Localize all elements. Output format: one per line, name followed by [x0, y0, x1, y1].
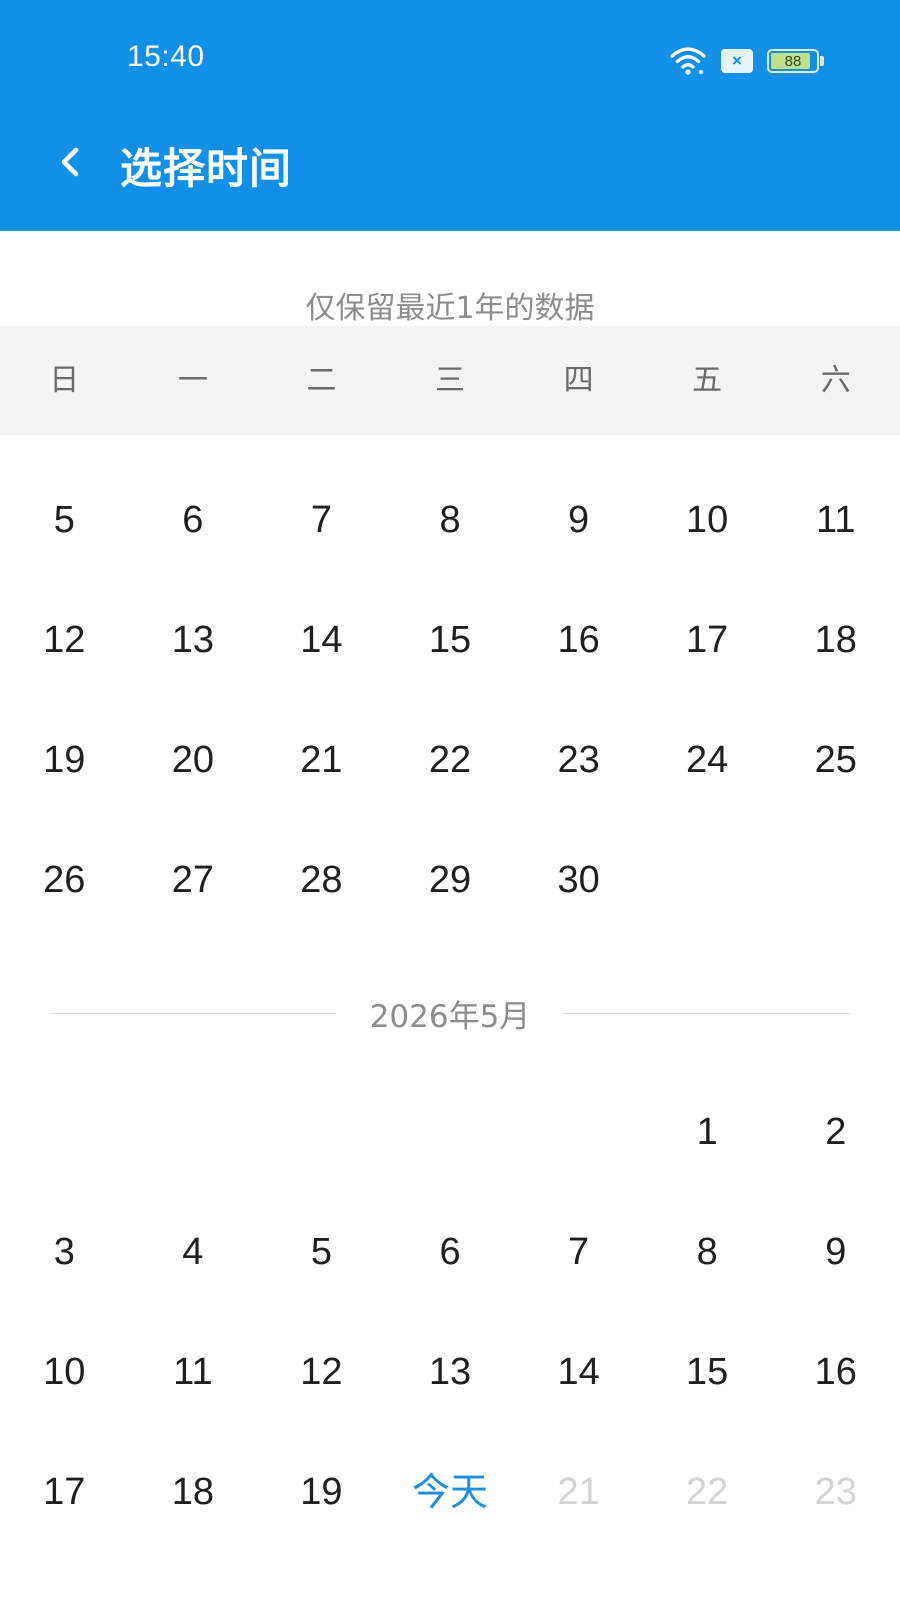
calendar-day[interactable]: 19	[257, 1432, 386, 1552]
calendar-empty-cell	[643, 820, 772, 940]
calendar-day[interactable]: 11	[129, 1312, 258, 1432]
calendar-week-row: 3456789	[0, 1192, 900, 1312]
calendar-day[interactable]: 6	[129, 460, 258, 580]
month-divider: 2026年5月	[50, 990, 850, 1036]
calendar-day[interactable]: 9	[771, 1192, 900, 1312]
calendar-day[interactable]: 22	[386, 700, 515, 820]
weekday-fri: 五	[692, 363, 723, 398]
calendar-week-row: 26 27 28 29 30	[0, 820, 900, 940]
calendar-day[interactable]: 18	[771, 580, 900, 700]
calendar-week-row: 17 18 19 今天 21 22 23	[0, 1432, 900, 1552]
calendar-day[interactable]: 8	[386, 460, 515, 580]
battery-icon: 88	[767, 49, 824, 73]
calendar-day[interactable]: 29	[386, 820, 515, 940]
divider-line-left	[50, 1012, 336, 1014]
status-icons: × 88	[669, 44, 824, 78]
weekday-sun: 日	[49, 363, 80, 398]
calendar-week-row: 10 11 12 13 14 15 16	[0, 1312, 900, 1432]
divider-line-right	[564, 1012, 850, 1014]
calendar-day[interactable]: 28	[257, 820, 386, 940]
calendar-week-row: 5 6 7 8 9 10 11	[0, 460, 900, 580]
calendar-empty-cell	[771, 820, 900, 940]
calendar-week-row: 12	[0, 1072, 900, 1192]
status-time: 15:40	[127, 40, 205, 73]
calendar-day[interactable]: 16	[771, 1312, 900, 1432]
calendar-day[interactable]: 14	[514, 1312, 643, 1432]
weekday-mon: 一	[177, 363, 208, 398]
calendar-day[interactable]: 20	[129, 700, 258, 820]
calendar-day[interactable]: 13	[129, 580, 258, 700]
calendar-day[interactable]: 4	[129, 1192, 258, 1312]
calendar-week-row: 19 20 21 22 23 24 25	[0, 700, 900, 820]
weekday-sat: 六	[820, 363, 851, 398]
page-title: 选择时间	[120, 144, 293, 193]
app-header: 15:40 × 88 选择时间	[0, 0, 900, 231]
x-badge-icon: ×	[721, 49, 753, 73]
calendar-day[interactable]: 12	[0, 580, 129, 700]
calendar-day[interactable]: 17	[643, 580, 772, 700]
calendar-day-disabled: 21	[557, 1471, 600, 1513]
calendar-day-disabled: 23	[814, 1471, 857, 1513]
calendar-day[interactable]: 15	[643, 1312, 772, 1432]
calendar-empty-cell	[386, 1072, 515, 1192]
calendar-day[interactable]: 25	[771, 700, 900, 820]
calendar-day[interactable]: 24	[643, 700, 772, 820]
retention-hint: 仅保留最近1年的数据	[305, 291, 595, 326]
calendar-day[interactable]: 27	[129, 820, 258, 940]
calendar-day[interactable]: 7	[514, 1192, 643, 1312]
calendar-day[interactable]: 1	[643, 1072, 772, 1192]
calendar-day[interactable]: 13	[386, 1312, 515, 1432]
calendar-empty-cell	[129, 1072, 258, 1192]
calendar-day[interactable]: 15	[386, 580, 515, 700]
calendar-day[interactable]: 2	[771, 1072, 900, 1192]
calendar-day[interactable]: 18	[129, 1432, 258, 1552]
calendar-day[interactable]: 10	[643, 460, 772, 580]
calendar-day[interactable]: 7	[257, 460, 386, 580]
chevron-left-icon	[61, 147, 79, 177]
back-button[interactable]	[48, 132, 92, 192]
calendar-day[interactable]: 30	[514, 820, 643, 940]
may-calendar-grid: 1 2 3 4 5 6 7 8 9 10 11 12 13 14 15 16 17 18 19 今天 21 22 23	[0, 1072, 900, 1552]
weekday-header: 日 一 二 三 四 五 六	[0, 326, 900, 435]
calendar-day[interactable]: 26	[0, 820, 129, 940]
calendar-day[interactable]: 9	[514, 460, 643, 580]
calendar-day[interactable]: 23	[514, 700, 643, 820]
calendar-day[interactable]: 10	[0, 1312, 129, 1432]
calendar-day[interactable]: 12	[257, 1312, 386, 1432]
calendar-day[interactable]: 11	[771, 460, 900, 580]
calendar-day[interactable]: 14	[257, 580, 386, 700]
calendar-day[interactable]: 5	[257, 1192, 386, 1312]
calendar-day[interactable]: 17	[0, 1432, 129, 1552]
calendar-day[interactable]: 16	[514, 580, 643, 700]
calendar-empty-cell	[514, 1072, 643, 1192]
calendar-day[interactable]: 3	[0, 1192, 129, 1312]
calendar-empty-cell	[257, 1072, 386, 1192]
calendar-day-disabled: 22	[686, 1471, 729, 1513]
calendar-week-row: 12 13 14 15 16 17 18	[0, 580, 900, 700]
calendar-day[interactable]: 19	[0, 700, 129, 820]
month-label: 2026年5月	[369, 998, 531, 1035]
calendar-day[interactable]: 21	[257, 700, 386, 820]
battery-level: 88	[784, 52, 802, 70]
april-calendar-grid: 5 6 7 8 9 10 11 12 13 14 15 16 17 18 19 20 21 22 23 24 25 26 2…	[0, 460, 900, 940]
calendar-day[interactable]: 5	[0, 460, 129, 580]
calendar-day-today[interactable]: 今天	[386, 1432, 515, 1552]
weekday-wed: 三	[435, 363, 466, 398]
calendar-day[interactable]: 6	[386, 1192, 515, 1312]
wifi-icon	[669, 45, 707, 77]
calendar-empty-cell	[0, 1072, 129, 1192]
weekday-tue: 二	[306, 363, 337, 398]
calendar-day[interactable]: 8	[643, 1192, 772, 1312]
weekday-thu: 四	[563, 363, 594, 398]
